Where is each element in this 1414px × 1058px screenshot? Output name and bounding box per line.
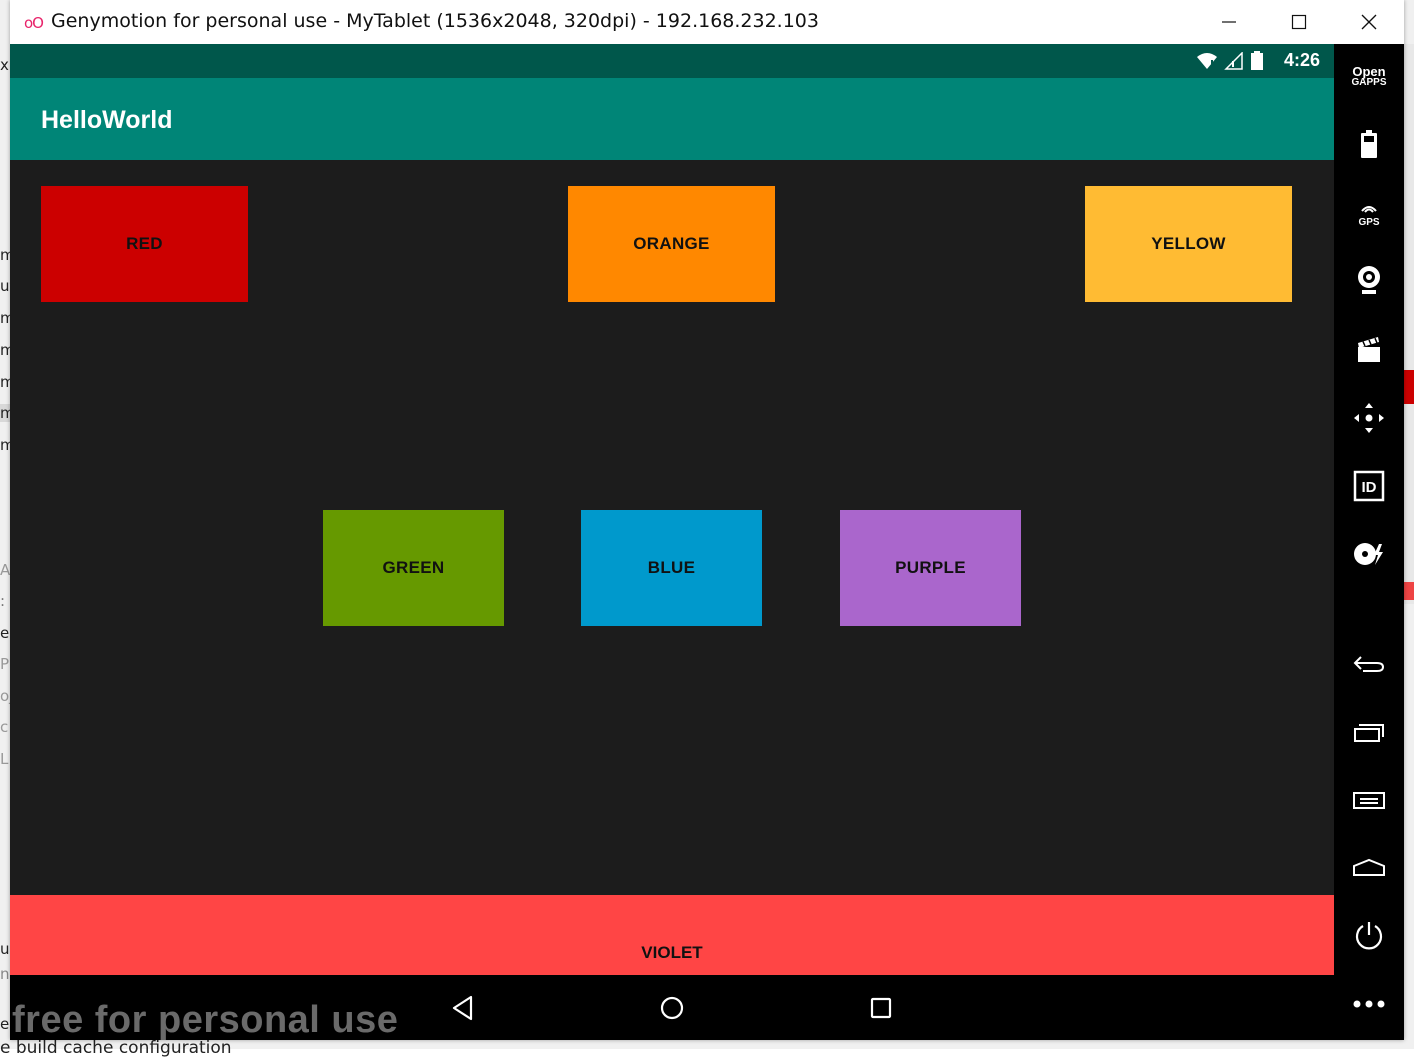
ide-error-marker xyxy=(1404,582,1414,600)
ide-text-fragment: e xyxy=(0,1015,10,1033)
side-recents-button[interactable] xyxy=(1334,710,1404,756)
button-label: YELLOW xyxy=(1151,234,1226,253)
status-icons xyxy=(1196,51,1264,71)
violet-button[interactable]: VIOLET xyxy=(10,895,1334,975)
signal-icon xyxy=(1224,52,1243,70)
green-button[interactable]: GREEN xyxy=(323,510,504,626)
red-button[interactable]: RED xyxy=(41,186,248,302)
back-icon xyxy=(452,995,473,1021)
title-bar[interactable]: oO Genymotion for personal use - MyTable… xyxy=(10,0,1404,44)
button-label: RED xyxy=(126,234,163,253)
app-bar: HelloWorld xyxy=(10,78,1334,160)
capture-widget-button[interactable] xyxy=(1334,326,1404,372)
back-icon xyxy=(1353,656,1385,672)
menu-icon xyxy=(1353,792,1385,809)
maximize-icon xyxy=(1291,14,1307,30)
button-label: BLUE xyxy=(647,558,696,577)
side-power-button[interactable] xyxy=(1334,913,1404,959)
webcam-icon xyxy=(1358,266,1380,294)
battery-icon xyxy=(1251,51,1263,70)
identifiers-icon: ID xyxy=(1353,470,1385,502)
opengapps-sublabel: GAPPS xyxy=(1351,77,1387,88)
gps-widget-button[interactable]: GPS xyxy=(1334,191,1404,237)
ide-text-fragment: : xyxy=(0,592,6,610)
opengapps-button[interactable]: Open GAPPS xyxy=(1334,64,1404,88)
disk-io-widget-button[interactable] xyxy=(1334,531,1404,577)
id-label: ID xyxy=(1362,479,1377,496)
genymotion-window: oO Genymotion for personal use - MyTable… xyxy=(10,0,1404,1040)
ide-error-marker xyxy=(1404,370,1414,404)
more-icon xyxy=(1353,1000,1385,1008)
battery-icon xyxy=(1361,130,1377,158)
disk-io-icon xyxy=(1354,543,1383,565)
genymotion-logo-icon: oO xyxy=(24,14,44,32)
window-title: Genymotion for personal use - MyTablet (… xyxy=(51,10,819,32)
capture-icon xyxy=(1358,337,1380,362)
purple-button[interactable]: PURPLE xyxy=(840,510,1021,626)
recents-icon xyxy=(870,997,892,1019)
blue-button[interactable]: BLUE xyxy=(581,510,762,626)
remote-control-icon xyxy=(1354,403,1384,433)
watermark-text: free for personal use xyxy=(12,999,399,1040)
maximize-button[interactable] xyxy=(1264,0,1334,44)
minimize-button[interactable] xyxy=(1194,0,1264,44)
app-title: HelloWorld xyxy=(41,106,173,134)
battery-widget-button[interactable] xyxy=(1334,121,1404,167)
ide-scrollbar[interactable] xyxy=(1404,44,1414,604)
button-label: ORANGE xyxy=(633,234,710,253)
ide-text-fragment: u xyxy=(0,940,10,958)
genymotion-side-toolbar: Open GAPPS GPS ID xyxy=(1334,44,1404,1040)
gps-label: GPS xyxy=(1358,217,1380,228)
close-icon xyxy=(1361,14,1377,30)
button-label: VIOLET xyxy=(641,943,703,962)
android-status-bar: 4:26 xyxy=(10,44,1334,78)
gps-signal-icon xyxy=(1361,206,1377,213)
home-icon xyxy=(660,996,684,1020)
nav-back-button[interactable] xyxy=(440,985,486,1031)
ide-text-fragment: n xyxy=(0,965,10,983)
nav-recents-button[interactable] xyxy=(858,985,904,1031)
side-menu-button[interactable] xyxy=(1334,777,1404,823)
ide-text-fragment: L xyxy=(0,750,9,768)
webcam-widget-button[interactable] xyxy=(1334,257,1404,303)
ide-text-fragment: c xyxy=(0,718,9,736)
device-screen[interactable]: 4:26 HelloWorld RED ORANGE YELLOW GREEN … xyxy=(10,44,1334,1040)
power-icon xyxy=(1355,922,1383,950)
remote-control-widget-button[interactable] xyxy=(1334,395,1404,441)
ide-bottom-text: e build cache configuration xyxy=(0,1038,232,1058)
side-back-button[interactable] xyxy=(1334,641,1404,687)
opengapps-label: Open xyxy=(1352,64,1386,79)
side-home-button[interactable] xyxy=(1334,845,1404,891)
minimize-icon xyxy=(1222,21,1236,23)
ide-text-fragment: A xyxy=(0,561,11,579)
close-button[interactable] xyxy=(1334,0,1404,44)
gps-icon: GPS xyxy=(1358,200,1380,228)
button-label: GREEN xyxy=(382,558,445,577)
nav-home-button[interactable] xyxy=(649,985,695,1031)
button-label: PURPLE xyxy=(895,558,966,577)
android-nav-bar: free for personal use xyxy=(10,975,1334,1040)
home-icon xyxy=(1353,858,1385,876)
recents-icon xyxy=(1354,724,1384,742)
content-area: RED ORANGE YELLOW GREEN BLUE PURPLE xyxy=(10,160,1334,895)
yellow-button[interactable]: YELLOW xyxy=(1085,186,1292,302)
ide-text-fragment: e xyxy=(0,624,10,642)
identifiers-widget-button[interactable]: ID xyxy=(1334,463,1404,509)
orange-button[interactable]: ORANGE xyxy=(568,186,775,302)
wifi-icon xyxy=(1197,53,1217,69)
status-clock: 4:26 xyxy=(1283,50,1320,70)
side-more-button[interactable] xyxy=(1334,981,1404,1027)
